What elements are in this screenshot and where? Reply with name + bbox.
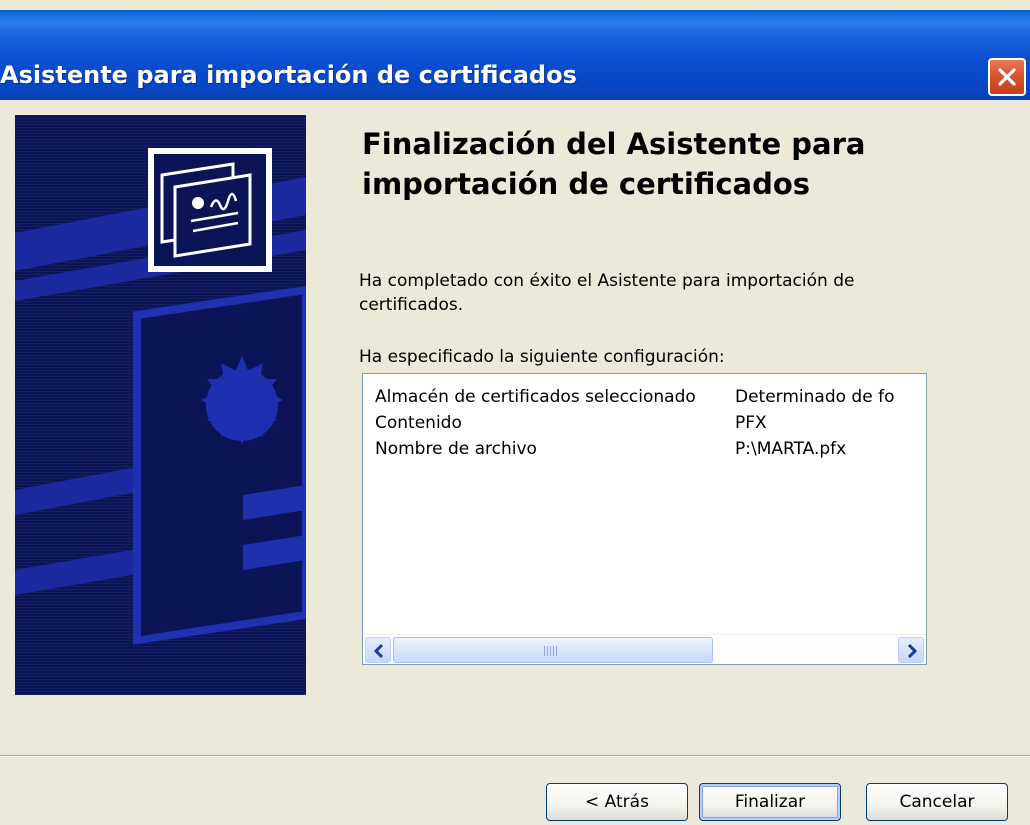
window-title: Asistente para importación de certificad… (0, 61, 577, 89)
wizard-banner (15, 115, 306, 695)
certificate-icon (148, 148, 272, 272)
banner-art (15, 148, 306, 645)
chevron-right-icon (907, 644, 918, 658)
config-label: Ha especificado la siguiente configuraci… (359, 347, 725, 367)
scroll-left-button[interactable] (365, 637, 391, 663)
scroll-right-button[interactable] (898, 637, 924, 663)
finish-button[interactable]: Finalizar (699, 783, 841, 821)
completion-message: Ha completado con éxito el Asistente par… (359, 271, 855, 315)
config-name: Contenido (375, 413, 462, 433)
config-value: Determinado de fo (735, 387, 895, 407)
cancel-button[interactable]: Cancelar (866, 783, 1008, 821)
close-icon (998, 68, 1016, 86)
horizontal-scrollbar[interactable] (363, 634, 926, 664)
chevron-left-icon (373, 644, 384, 658)
footer-divider (0, 755, 1030, 757)
config-value: P:\MARTA.pfx (735, 439, 847, 459)
thumb-grip (544, 646, 558, 656)
config-name: Almacén de certificados seleccionado (375, 387, 696, 407)
config-list[interactable]: Almacén de certificados seleccionado Det… (362, 373, 927, 665)
wizard-heading: Finalización del Asistente para importac… (362, 127, 866, 201)
config-name: Nombre de archivo (375, 439, 537, 459)
back-button[interactable]: < Atrás (546, 783, 688, 821)
scroll-thumb[interactable] (393, 637, 713, 663)
config-value: PFX (735, 413, 767, 433)
close-button[interactable] (988, 58, 1026, 96)
title-bar[interactable]: Asistente para importación de certificad… (0, 10, 1030, 100)
